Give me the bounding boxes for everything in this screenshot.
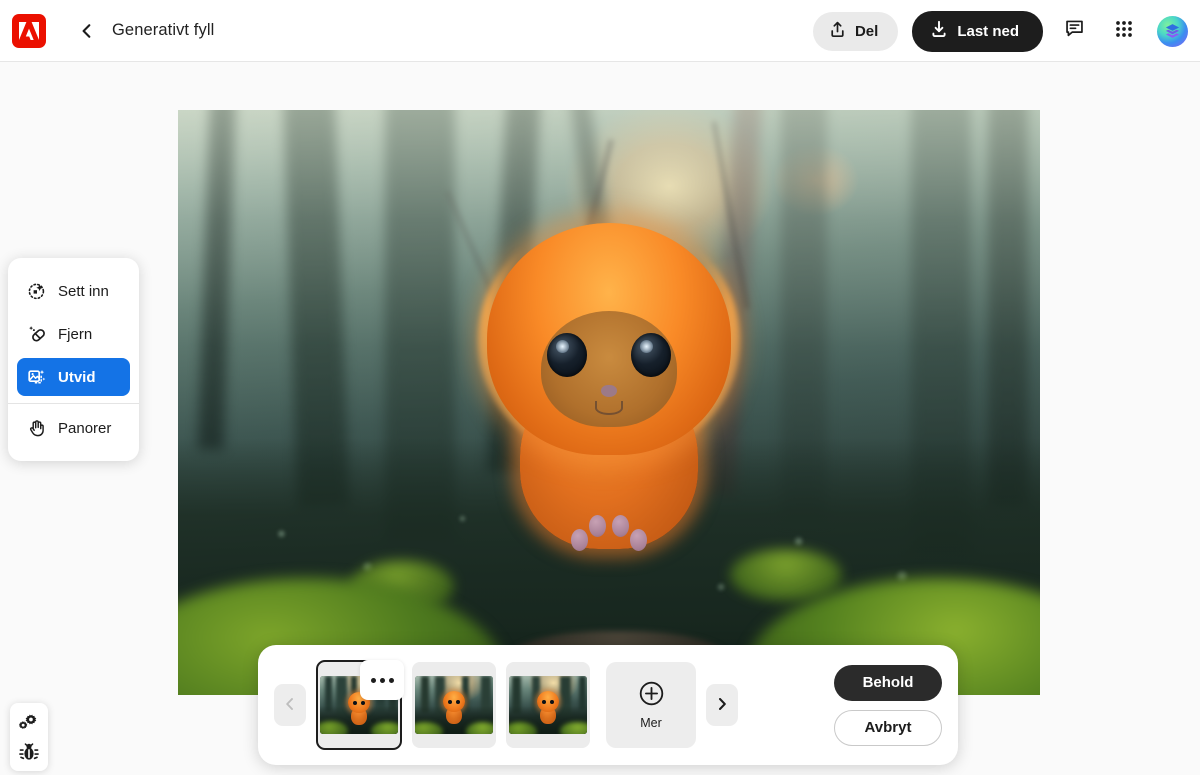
plus-circle-icon	[638, 680, 665, 710]
tool-utvid[interactable]: Utvid	[17, 358, 130, 396]
layers-cube-icon	[1165, 23, 1180, 38]
grid-dots-icon	[1114, 19, 1134, 44]
feedback-button[interactable]	[1055, 12, 1093, 50]
app-root: Generativt fyll Del Last ned Sett inn Fj…	[0, 0, 1200, 775]
share-button[interactable]: Del	[812, 11, 899, 51]
chevron-left-icon	[284, 697, 296, 713]
variant-thumbnail[interactable]	[412, 662, 496, 748]
adobe-logo-icon[interactable]	[12, 13, 46, 48]
tool-label: Panorer	[58, 419, 112, 437]
more-label: Mer	[640, 716, 662, 730]
page-title: Generativt fyll	[112, 21, 215, 39]
prev-variant-button[interactable]	[274, 684, 306, 726]
dot	[379, 677, 385, 683]
variant-overflow-menu[interactable]	[360, 660, 404, 700]
dot	[370, 677, 376, 683]
download-label: Last ned	[957, 22, 1019, 40]
variant-preview	[415, 676, 493, 734]
tool-label: Utvid	[58, 368, 96, 386]
tool-sett-inn[interactable]: Sett inn	[17, 272, 130, 310]
top-bar-actions: Del Last ned	[812, 0, 1188, 62]
variant-filmstrip: Mer Behold Avbryt	[258, 645, 958, 765]
app-switcher-button[interactable]	[1105, 12, 1143, 50]
chevron-right-icon	[716, 697, 728, 713]
variant-thumbnail[interactable]	[506, 662, 590, 748]
tool-panorer[interactable]: Panorer	[17, 409, 130, 447]
back-button[interactable]	[72, 16, 102, 46]
tool-divider	[8, 403, 139, 404]
tool-fjern[interactable]: Fjern	[17, 315, 130, 353]
insert-sparkle-icon	[26, 281, 47, 302]
top-bar: Generativt fyll Del Last ned	[0, 0, 1200, 62]
tool-label: Sett inn	[58, 282, 109, 300]
variant-actions: Behold Avbryt	[834, 664, 942, 746]
more-variants-button[interactable]: Mer	[606, 662, 696, 748]
settings-gears-icon[interactable]	[18, 712, 40, 734]
generated-image	[178, 110, 1040, 695]
expand-image-icon	[26, 367, 47, 388]
variant-preview	[509, 676, 587, 734]
hand-icon	[26, 418, 47, 439]
next-variant-button[interactable]	[706, 684, 738, 726]
chat-bubble-icon	[1064, 18, 1085, 44]
eraser-sparkle-icon	[26, 324, 47, 345]
bug-icon[interactable]	[18, 741, 40, 763]
creature-subject	[459, 215, 759, 555]
share-icon	[829, 21, 846, 42]
avatar[interactable]	[1157, 15, 1188, 47]
download-button[interactable]: Last ned	[912, 10, 1043, 52]
tool-label: Fjern	[58, 325, 93, 343]
cancel-button[interactable]: Avbryt	[834, 709, 942, 746]
dot	[388, 677, 394, 683]
image-canvas[interactable]	[178, 110, 1040, 695]
share-label: Del	[854, 22, 879, 40]
variant-thumbnail[interactable]	[316, 660, 404, 750]
keep-button[interactable]: Behold	[834, 664, 942, 701]
debug-panel	[10, 703, 48, 771]
tool-panel: Sett inn Fjern Utvid Panorer	[8, 258, 139, 461]
download-icon	[930, 20, 948, 42]
